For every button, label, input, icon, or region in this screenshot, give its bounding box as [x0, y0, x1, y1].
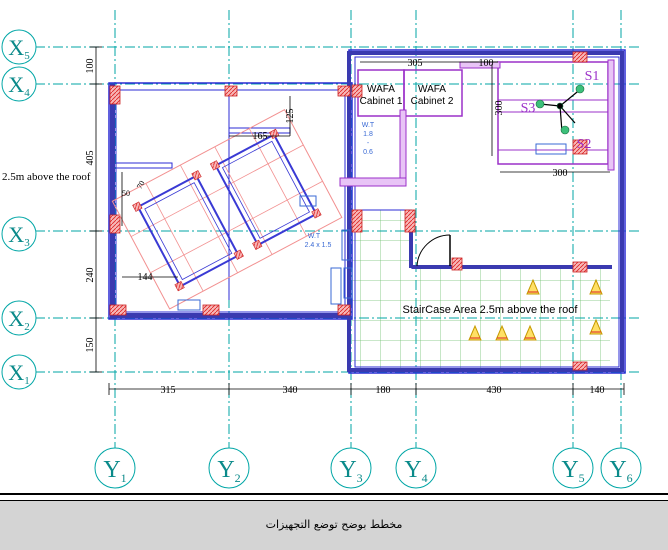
grid-bubbles-x: X5 X4 X3 X2 X1	[1, 29, 37, 390]
frame-border	[0, 493, 668, 495]
dim-bottom-3: 180	[376, 385, 391, 396]
door-symbol	[416, 234, 451, 267]
grid-bubble-x2: X2	[1, 300, 37, 336]
column	[109, 304, 127, 316]
dim-125: 125	[285, 109, 296, 124]
grid-bubble-y1: Y1	[94, 447, 136, 489]
grid-bubble-x1: X1	[1, 354, 37, 390]
staircase-label: StairCase Area 2.5m above the roof	[403, 304, 579, 316]
cabinet-2-title: WAFA	[418, 84, 446, 95]
speaker-s2	[560, 125, 570, 135]
speaker-s1	[575, 84, 585, 94]
water-tank-2-label: W.T	[308, 233, 321, 240]
water-tank-1-sep: -	[367, 140, 370, 147]
dim-left-4: 150	[85, 338, 96, 353]
dim-bottom-1: 315	[161, 385, 176, 396]
column	[572, 51, 588, 63]
water-tank-2-value: 2.4 x 1.5	[305, 242, 332, 249]
column	[109, 214, 121, 234]
column	[337, 85, 351, 97]
dim-top-305: 305	[408, 58, 423, 69]
cable-tray-right	[607, 59, 615, 171]
water-tank-1-value2: 0.6	[363, 149, 373, 156]
wafa-cabinets	[357, 61, 609, 165]
floor-plan-drawing: 315 340 180 430 140 100 405 240 150 305 …	[0, 0, 668, 500]
column	[202, 304, 220, 316]
column	[224, 85, 238, 97]
dim-right-300: 300	[494, 101, 505, 116]
dim-left-2: 405	[85, 151, 96, 166]
grid-bubble-x5: X5	[1, 29, 37, 65]
column	[109, 85, 121, 105]
grid-bubble-x4: X4	[1, 66, 37, 102]
column	[337, 304, 351, 316]
equipment-box	[330, 267, 342, 305]
grid-bubble-y5: Y5	[552, 447, 594, 489]
solar-frame-right	[214, 133, 318, 247]
water-tank-1-label: W.T	[362, 122, 375, 129]
cabinet-2-name: Cabinet 2	[411, 96, 454, 107]
dim-bottom-5: 140	[590, 385, 605, 396]
column	[404, 209, 416, 233]
grid-bubble-y3: Y3	[330, 447, 372, 489]
caption-text: مخطط بوضح توضع التجهيزات	[265, 518, 403, 531]
roof-note: 2.5m above the roof	[2, 171, 91, 183]
room-wall-left-small	[116, 162, 173, 169]
column	[451, 257, 463, 271]
speaker-s2-label: S2	[577, 137, 592, 152]
dim-50: 50	[122, 189, 130, 198]
water-tank-1-value: 1.8	[363, 131, 373, 138]
dim-top-100: 100	[479, 58, 494, 69]
grid-bubble-y4: Y4	[395, 447, 437, 489]
cable-tray-horizontal	[339, 177, 407, 187]
cable-tray-vertical	[399, 109, 407, 187]
dim-left-1: 100	[85, 59, 96, 74]
grid-bubble-y2: Y2	[208, 447, 250, 489]
grid-bubble-x3: X3	[1, 216, 37, 252]
dim-bottom-300: 300	[553, 168, 568, 179]
column	[572, 261, 588, 273]
column	[572, 361, 588, 371]
equipment-box	[535, 143, 567, 155]
grid-bubble-y6: Y6	[600, 447, 642, 489]
caption-bar: مخطط بوضح توضع التجهيزات	[0, 500, 668, 550]
speaker-s1-label: S1	[585, 69, 600, 84]
speaker-s3-label: S3	[521, 101, 536, 116]
dim-left-3: 240	[85, 268, 96, 283]
cabinet-1-title: WAFA	[367, 84, 395, 95]
grid-bubbles-y: Y1 Y2 Y3 Y4 Y5 Y6	[94, 447, 642, 489]
dim-144: 144	[138, 272, 153, 283]
speaker-s3	[535, 99, 545, 109]
column	[351, 209, 363, 233]
speaker-network	[539, 87, 583, 133]
equipment-box	[177, 299, 201, 311]
dim-165: 165	[253, 131, 268, 142]
cabinet-1-name: Cabinet 1	[360, 96, 403, 107]
staircase-partition-wall	[411, 210, 612, 269]
dim-bottom-2: 340	[283, 385, 298, 396]
dim-bottom-4: 430	[487, 385, 502, 396]
